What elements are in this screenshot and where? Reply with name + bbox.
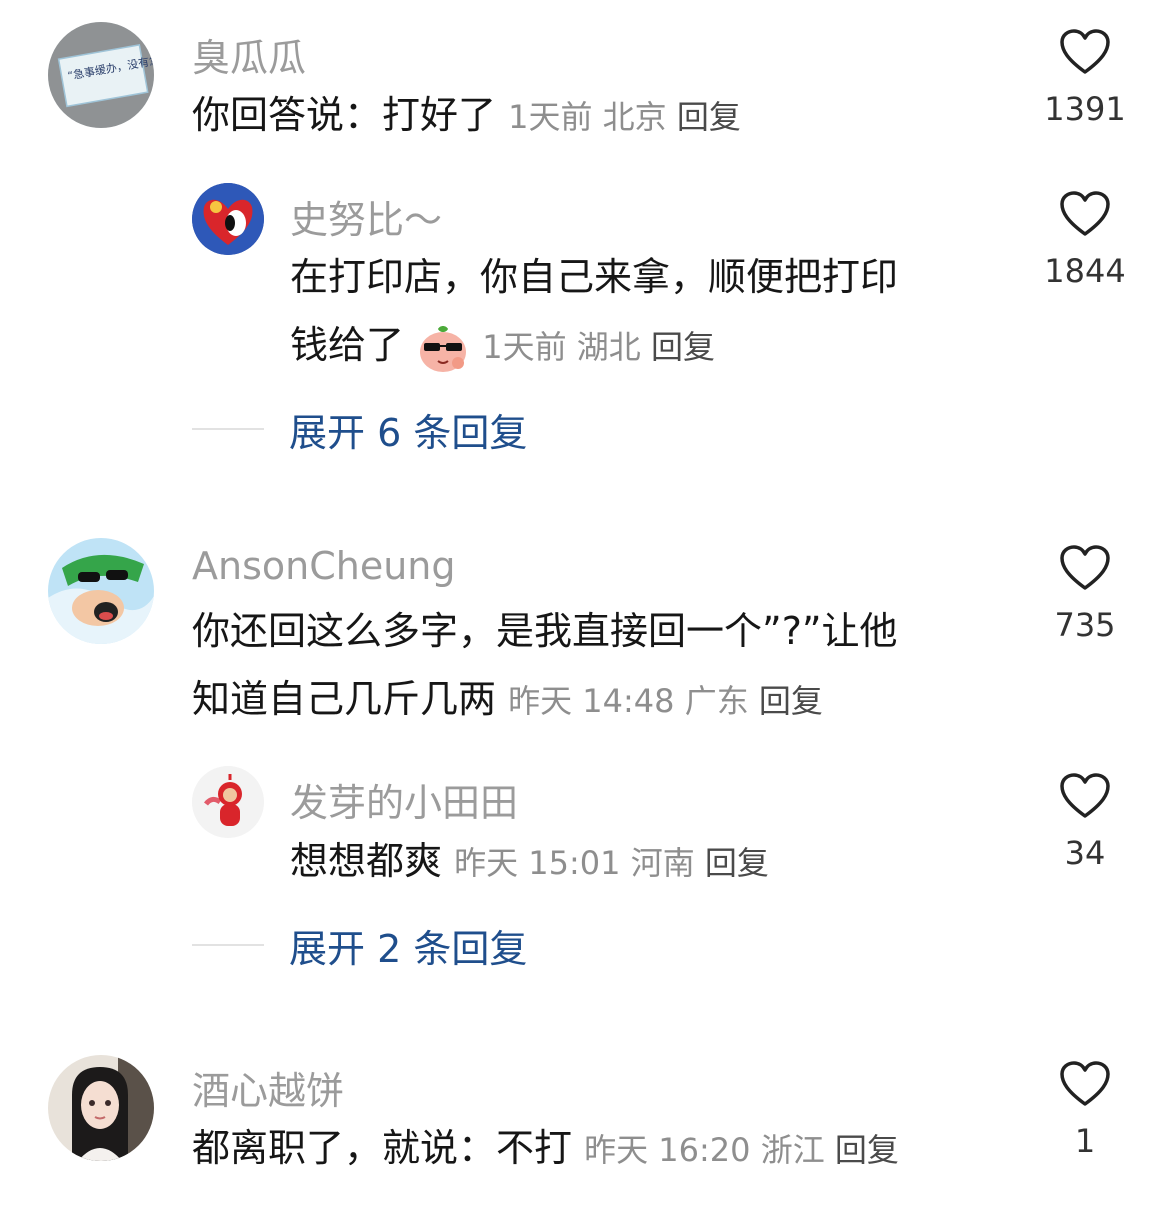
reply-button[interactable]: 回复 [835,1131,899,1169]
timestamp: 1天前 [508,98,593,136]
reply-text: 想想都爽 昨天 15:01 河南 回复 [290,828,769,896]
comment-body: 都离职了，就说：不打 [192,1126,573,1170]
like-button[interactable]: 34 [1030,772,1140,872]
timestamp: 昨天 14:48 [508,682,675,720]
location: 广东 [684,682,749,720]
reply-button[interactable]: 回复 [705,844,769,882]
reply-text-line-1: 在打印店，你自己来拿，顺便把打印 [290,255,899,299]
expand-replies-label: 展开 6 条回复 [289,411,528,455]
username[interactable]: AnsonCheung [192,544,456,588]
comment-text: 都离职了，就说：不打 昨天 16:20 浙江 回复 [192,1115,899,1183]
divider [192,428,264,430]
like-count: 34 [1064,834,1106,872]
comment-text-line-1: 你还回这么多字，是我直接回一个”?”让他 [192,609,898,653]
timestamp: 昨天 15:01 [454,844,621,882]
timestamp: 1天前 [482,328,567,366]
username[interactable]: 史努比～ [290,189,442,244]
divider [192,944,264,946]
timestamp: 昨天 16:20 [584,1131,751,1169]
avatar[interactable] [48,538,154,644]
avatar[interactable]: “急事缓办，没有急事。” [48,22,154,128]
heart-icon [1060,773,1110,818]
like-count: 1844 [1044,252,1126,290]
location: 河南 [630,844,695,882]
comment-text: 你回答说：打好了 1天前 北京 回复 [192,82,741,150]
heart-icon [1060,191,1110,236]
like-button[interactable]: 1844 [1030,190,1140,290]
like-count: 1391 [1044,90,1126,128]
avatar[interactable] [192,183,264,255]
reply-body: 想想都爽 [290,839,443,883]
heart-icon [1060,29,1110,74]
avatar[interactable] [192,766,264,838]
username[interactable]: 臭瓜瓜 [192,27,306,82]
reply-button[interactable]: 回复 [677,98,741,136]
like-button[interactable]: 735 [1030,544,1140,644]
reply-button[interactable]: 回复 [759,682,823,720]
expand-replies-label: 展开 2 条回复 [289,927,528,971]
like-count: 735 [1054,606,1116,644]
comment-text-line-2: 知道自己几斤几两 昨天 14:48 广东 回复 [192,666,823,734]
cool-face-emoji-icon [416,321,470,375]
reply-text-line-2: 钱给了 1天前 湖北 回复 [290,312,715,380]
avatar[interactable] [48,1055,154,1161]
location: 湖北 [576,328,641,366]
like-count: 1 [1074,1122,1096,1160]
reply-button[interactable]: 回复 [651,328,715,366]
location: 北京 [602,98,667,136]
like-button[interactable]: 1391 [1030,28,1140,128]
like-button[interactable]: 1 [1030,1060,1140,1160]
heart-icon [1060,545,1110,590]
comment-body: 知道自己几斤几两 [192,677,497,721]
comment-body: 你回答说：打好了 [192,93,497,137]
heart-icon [1060,1061,1110,1106]
username[interactable]: 发芽的小田田 [290,772,518,827]
reply-body: 钱给了 [290,323,405,367]
username[interactable]: 酒心越饼 [192,1060,344,1115]
location: 浙江 [760,1131,825,1169]
